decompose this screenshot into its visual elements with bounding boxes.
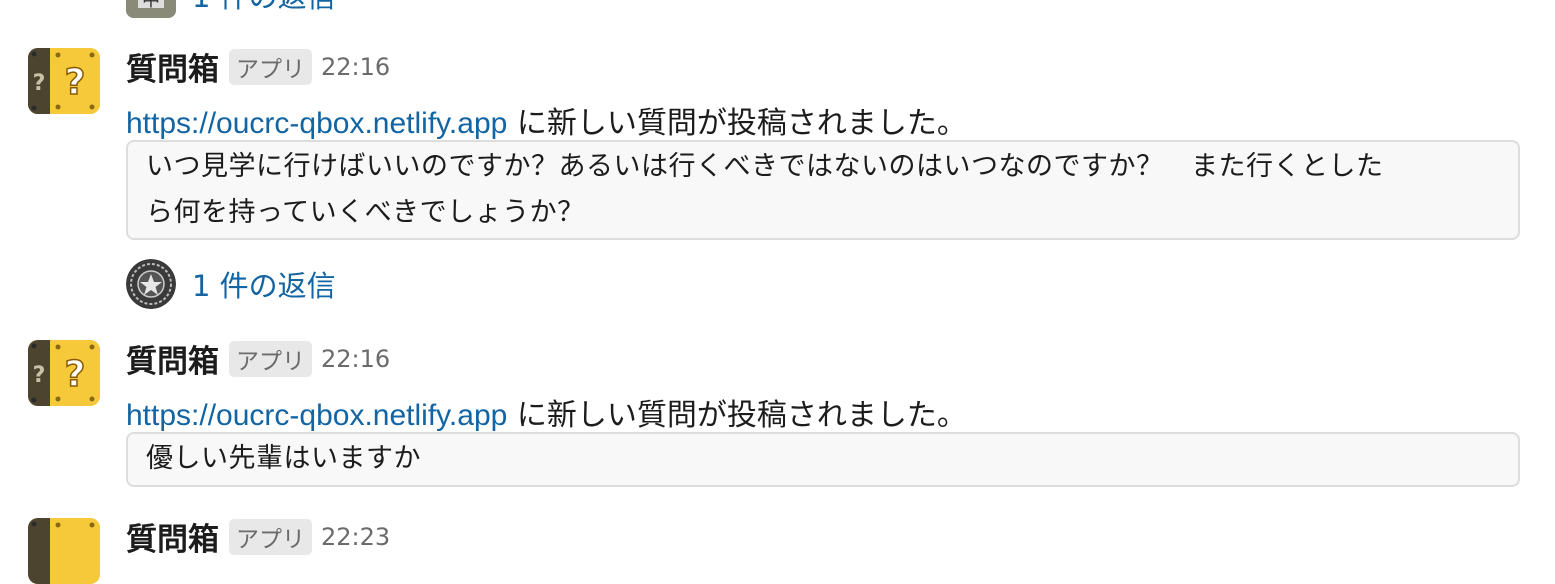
timestamp[interactable]: 22:16 bbox=[321, 345, 390, 373]
question-block-avatar[interactable]: ? ? bbox=[28, 340, 100, 406]
thread-replies[interactable]: 1 件の返信 bbox=[126, 259, 336, 309]
site-link[interactable]: https://oucrc-qbox.netlify.app bbox=[126, 399, 507, 432]
svg-text:?: ? bbox=[33, 71, 46, 96]
message-header: 質問箱 アプリ 22:16 bbox=[126, 44, 390, 89]
timestamp[interactable]: 22:16 bbox=[321, 53, 390, 81]
sender-name[interactable]: 質問箱 bbox=[126, 336, 219, 381]
question-block-avatar[interactable] bbox=[28, 518, 100, 584]
app-badge: アプリ bbox=[229, 518, 312, 555]
svg-text:?: ? bbox=[33, 363, 46, 388]
quote-line: いつ見学に行けばいいのですか？あるいは行くべきではないのはいつなのですか？ また… bbox=[146, 151, 1384, 182]
message-text: に新しい質問が投稿されました。 bbox=[507, 106, 967, 141]
svg-text:?: ? bbox=[65, 62, 86, 103]
question-block-avatar[interactable]: ? ? bbox=[28, 48, 100, 114]
message-body: https://oucrc-qbox.netlify.app に新しい質問が投稿… bbox=[126, 98, 967, 142]
reply-count-link[interactable]: 1 件の返信 bbox=[192, 0, 336, 16]
app-badge: アプリ bbox=[229, 48, 312, 85]
sender-name[interactable]: 質問箱 bbox=[126, 514, 219, 559]
reply-count-link[interactable]: 1 件の返信 bbox=[192, 263, 336, 305]
sender-name[interactable]: 質問箱 bbox=[126, 44, 219, 89]
quote-line: 優しい先輩はいますか bbox=[146, 443, 421, 474]
reply-user-avatar bbox=[126, 259, 176, 309]
svg-text:中: 中 bbox=[142, 0, 160, 11]
app-badge: アプリ bbox=[229, 340, 312, 377]
message-header: 質問箱 アプリ 22:16 bbox=[126, 336, 390, 381]
message-text: に新しい質問が投稿されました。 bbox=[507, 398, 967, 433]
site-link[interactable]: https://oucrc-qbox.netlify.app bbox=[126, 107, 507, 140]
question-quote-block: 優しい先輩はいますか bbox=[126, 432, 1520, 487]
reply-user-avatar: 中 bbox=[126, 0, 176, 18]
quote-line: ら何を持っていくべきでしょうか？ bbox=[146, 197, 585, 228]
thread-replies-top[interactable]: 中 1 件の返信 bbox=[126, 0, 336, 18]
svg-text:?: ? bbox=[65, 354, 86, 395]
timestamp[interactable]: 22:23 bbox=[321, 523, 390, 551]
message-header: 質問箱 アプリ 22:23 bbox=[126, 514, 390, 559]
message-body: https://oucrc-qbox.netlify.app に新しい質問が投稿… bbox=[126, 390, 967, 434]
question-quote-block: いつ見学に行けばいいのですか？あるいは行くべきではないのはいつなのですか？ また… bbox=[126, 140, 1520, 240]
